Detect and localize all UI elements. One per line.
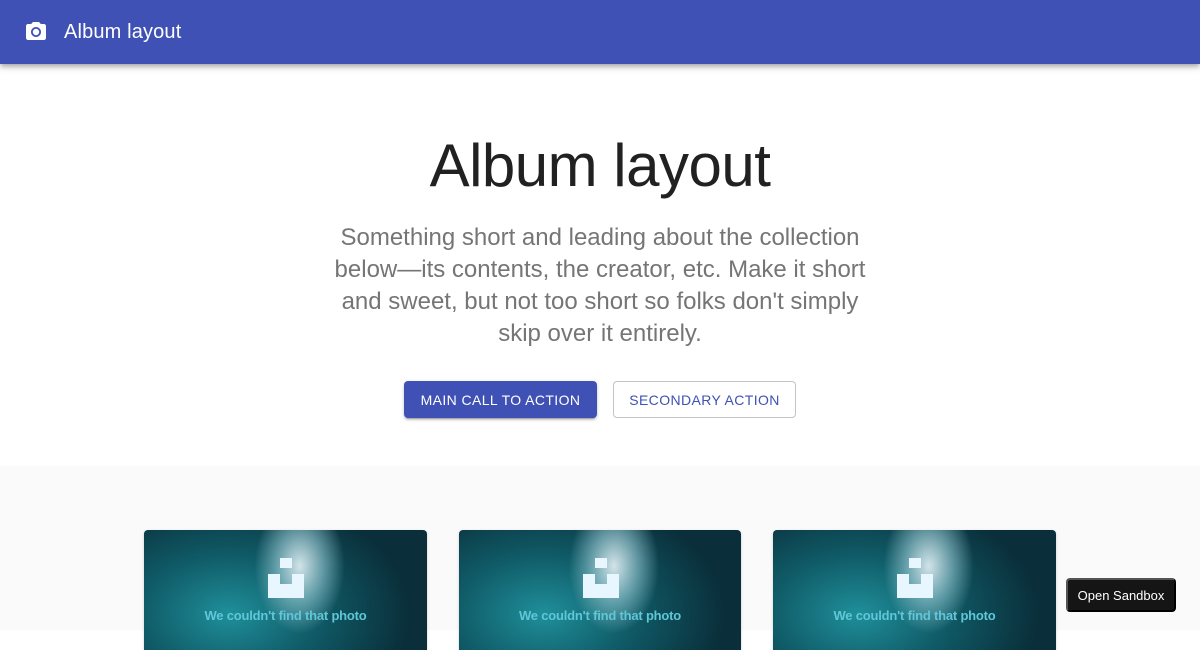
- page-title: Album layout: [429, 132, 771, 199]
- album-card-image[interactable]: We couldn't find that photo: [144, 530, 427, 650]
- album-card-image[interactable]: We couldn't find that photo: [459, 530, 741, 650]
- app-bar: Album layout: [0, 0, 1200, 64]
- camera-icon: [24, 20, 48, 44]
- album-card-image[interactable]: We couldn't find that photo: [773, 530, 1056, 650]
- app-title: Album layout: [64, 20, 182, 43]
- unsplash-logo-icon: [268, 558, 304, 598]
- image-missing-message: We couldn't find that photo: [204, 608, 367, 623]
- unsplash-logo-icon: [583, 558, 619, 598]
- hero-section: Album layout Something short and leading…: [0, 64, 1200, 466]
- hero-description: Something short and leading about the co…: [334, 224, 866, 347]
- open-sandbox-button[interactable]: Open Sandbox: [1066, 578, 1176, 612]
- card-grid: We couldn't find that photo We couldn't …: [0, 466, 1200, 650]
- unsplash-logo-icon: [897, 558, 933, 598]
- image-missing-message: We couldn't find that photo: [518, 608, 682, 623]
- secondary-action-button[interactable]: SECONDARY ACTION: [613, 381, 796, 418]
- main-call-to-action-button[interactable]: MAIN CALL TO ACTION: [404, 381, 597, 418]
- image-missing-message: We couldn't find that photo: [833, 608, 996, 623]
